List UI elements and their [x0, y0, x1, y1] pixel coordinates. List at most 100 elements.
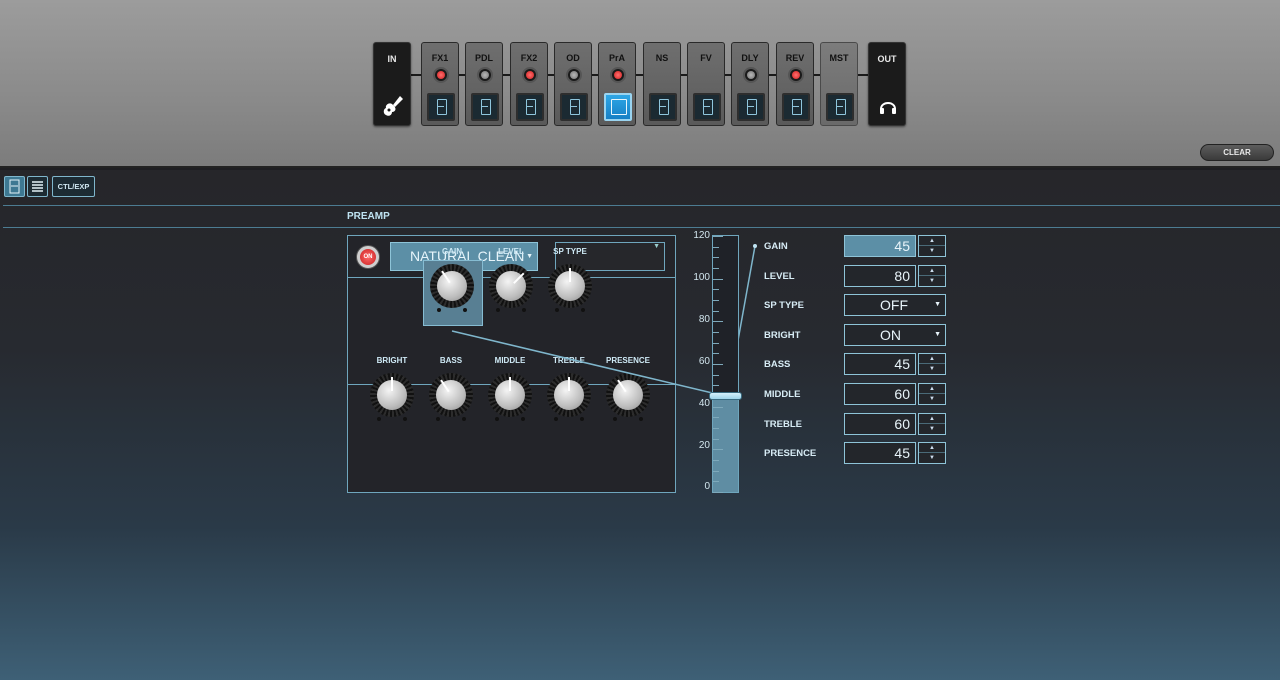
led-indicator-icon[interactable]	[610, 67, 626, 83]
knob-level[interactable]: LEVEL	[482, 247, 540, 313]
led-indicator-icon[interactable]	[433, 67, 449, 83]
slider-tick	[713, 460, 719, 461]
decrement-arrow-icon[interactable]: ▼	[919, 424, 945, 434]
knob-presence[interactable]: PRESENCE	[599, 356, 657, 422]
increment-arrow-icon[interactable]: ▲	[919, 354, 945, 365]
ctl-exp-button[interactable]: CTL/EXP	[52, 176, 95, 197]
pedal-icon[interactable]	[516, 93, 544, 121]
slider-scale-label: 80	[698, 313, 710, 325]
slider-thumb[interactable]	[709, 392, 742, 400]
pedal-icon[interactable]	[693, 93, 721, 121]
slider-tick	[713, 257, 719, 259]
param-value-field[interactable]: 60	[844, 383, 916, 405]
chain-block-fv[interactable]: FV	[687, 42, 725, 126]
slider-scale-label: 0	[704, 481, 710, 493]
knob-dial-icon[interactable]	[430, 264, 474, 308]
chain-block-pra[interactable]: PrA	[598, 42, 636, 126]
param-value-field[interactable]: 80	[844, 264, 916, 287]
knob-gain[interactable]: GAIN	[423, 247, 483, 326]
slider-fill	[713, 396, 738, 492]
param-stepper[interactable]: ▲ ▼	[918, 353, 946, 376]
slider-tick	[713, 481, 719, 483]
chain-block-fx2[interactable]: FX2	[510, 42, 548, 126]
param-stepper[interactable]: ▲ ▼	[918, 383, 946, 405]
led-indicator-icon[interactable]	[743, 67, 759, 83]
knob-cap	[613, 380, 643, 410]
increment-arrow-icon[interactable]: ▲	[919, 236, 945, 246]
slider-scale-label: 40	[698, 397, 710, 409]
slider-scale-label: 120	[693, 230, 710, 241]
value-slider[interactable]	[709, 235, 742, 493]
knob-range-dots	[555, 308, 585, 312]
pedal-icon[interactable]	[826, 93, 854, 121]
knob-dial-icon[interactable]	[429, 373, 473, 417]
param-select[interactable]: ON ▼	[844, 323, 946, 346]
on-off-button[interactable]: ON	[356, 245, 380, 269]
led-indicator-icon[interactable]	[522, 67, 538, 83]
headphones-icon	[880, 102, 896, 114]
param-stepper[interactable]: ▲ ▼	[918, 264, 946, 287]
knob-dial-icon[interactable]	[606, 373, 650, 417]
knob-dial-icon[interactable]	[547, 373, 591, 417]
pedal-icon[interactable]	[737, 93, 765, 121]
param-stepper[interactable]: ▲ ▼	[918, 442, 946, 465]
param-select[interactable]: OFF ▼	[844, 294, 946, 317]
knob-dial-icon[interactable]	[548, 264, 592, 308]
pedal-icon[interactable]	[604, 93, 632, 121]
chain-block-od[interactable]: OD	[554, 42, 592, 126]
output-block[interactable]: OUT	[868, 42, 906, 126]
slider-scale-label: 60	[698, 355, 710, 367]
dropdown-arrow-icon: ▼	[653, 243, 660, 250]
param-stepper[interactable]: ▲ ▼	[918, 235, 946, 257]
decrement-arrow-icon[interactable]: ▼	[919, 246, 945, 256]
decrement-arrow-icon[interactable]: ▼	[919, 364, 945, 374]
knob-sp-type[interactable]: SP TYPE	[541, 247, 599, 313]
knob-bright[interactable]: BRIGHT	[363, 356, 421, 422]
pedal-icon[interactable]	[782, 93, 810, 121]
increment-arrow-icon[interactable]: ▲	[919, 414, 945, 424]
input-block[interactable]: IN	[373, 42, 411, 126]
block-view-button[interactable]	[4, 176, 25, 197]
decrement-arrow-icon[interactable]: ▼	[919, 276, 945, 286]
slider-tick	[713, 364, 723, 365]
knob-pointer	[569, 268, 571, 282]
chain-block-label: PrA	[608, 53, 625, 63]
slider-tick	[713, 236, 723, 237]
chain-block-rev[interactable]: REV	[776, 42, 814, 126]
chain-block-ns[interactable]: NS	[643, 42, 681, 126]
list-view-button[interactable]	[27, 176, 48, 197]
knob-bass[interactable]: BASS	[422, 356, 480, 422]
knob-dial-icon[interactable]	[370, 373, 414, 417]
pedal-icon[interactable]	[427, 93, 455, 121]
increment-arrow-icon[interactable]: ▲	[919, 443, 945, 454]
param-value-field[interactable]: 45	[844, 442, 916, 465]
decrement-arrow-icon[interactable]: ▼	[919, 453, 945, 463]
led-indicator-icon[interactable]	[477, 67, 493, 83]
pedal-icon[interactable]	[649, 93, 677, 121]
chain-block-mst[interactable]: MST	[820, 42, 858, 126]
chain-block-dly[interactable]: DLY	[731, 42, 769, 126]
knob-dial-icon[interactable]	[489, 264, 533, 308]
pedal-icon[interactable]	[471, 93, 499, 121]
slider-tick	[713, 332, 719, 333]
knob-treble[interactable]: TREBLE	[540, 356, 598, 422]
increment-arrow-icon[interactable]: ▲	[919, 384, 945, 394]
increment-arrow-icon[interactable]: ▲	[919, 266, 945, 276]
param-stepper[interactable]: ▲ ▼	[918, 412, 946, 435]
chain-block-fx1[interactable]: FX1	[421, 42, 459, 126]
knob-middle[interactable]: MIDDLE	[481, 356, 539, 422]
param-value-field[interactable]: 60	[844, 412, 916, 435]
led-indicator-icon[interactable]	[566, 67, 582, 83]
chain-block-pdl[interactable]: PDL	[465, 42, 503, 126]
pedal-icon[interactable]	[560, 93, 588, 121]
param-value-field[interactable]: 45	[844, 235, 916, 257]
chain-block-label: FX2	[520, 53, 538, 63]
param-value: 60	[894, 386, 910, 402]
decrement-arrow-icon[interactable]: ▼	[919, 394, 945, 404]
knob-dial-icon[interactable]	[488, 373, 532, 417]
param-label-treble: TREBLE	[764, 418, 802, 430]
chain-block-label: OD	[566, 53, 580, 63]
led-indicator-icon[interactable]	[788, 67, 804, 83]
clear-button[interactable]: CLEAR	[1200, 144, 1274, 161]
param-value-field[interactable]: 45	[844, 353, 916, 376]
